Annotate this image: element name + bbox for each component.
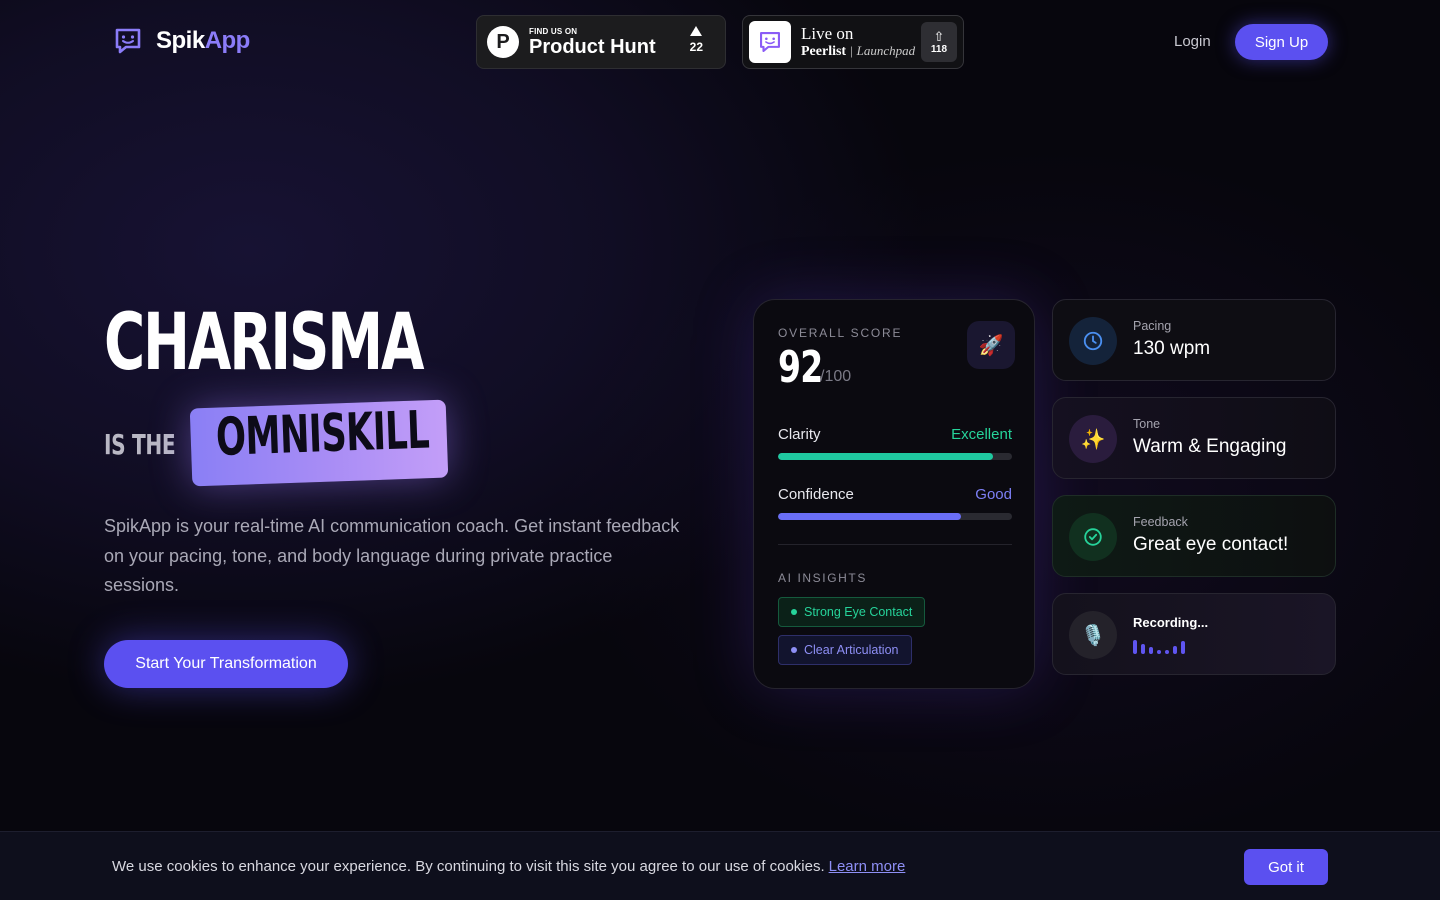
score-card: OVERALL SCORE 92 /100 🚀 Clarity Excellen… <box>753 299 1035 689</box>
peerlist-launchpad: Launchpad <box>856 42 916 58</box>
product-hunt-small-text: FIND US ON <box>529 26 578 36</box>
hero-title: CHARISMA <box>104 298 425 388</box>
ai-insights-label: AI INSIGHTS <box>778 571 867 585</box>
upvote-arrow-icon: ⇧ <box>933 28 945 44</box>
progress-track <box>778 453 1012 460</box>
metric-clarity: Clarity Excellent <box>778 426 1012 460</box>
metric-rating: Excellent <box>951 426 1012 443</box>
recording-label: Recording... <box>1133 615 1209 630</box>
insight-tag: Clear Articulation <box>778 635 912 665</box>
progress-fill <box>778 453 994 460</box>
product-hunt-badge[interactable]: P FIND US ON Product Hunt 22 <box>476 15 726 69</box>
hero-description: SpikApp is your real-time AI communicati… <box>104 516 680 595</box>
cookie-accept-button[interactable]: Got it <box>1244 849 1328 885</box>
microphone-icon: 🎙️ <box>1069 611 1117 659</box>
cookie-text: We use cookies to enhance your experienc… <box>112 858 906 875</box>
divider <box>778 544 1012 545</box>
upvote-icon <box>690 26 703 36</box>
progress-fill <box>778 513 961 520</box>
login-link[interactable]: Login <box>1174 33 1211 50</box>
metric-confidence: Confidence Good <box>778 486 1012 520</box>
pacing-label: Pacing <box>1133 319 1172 333</box>
peerlist-name: Peerlist <box>801 43 847 59</box>
overall-score-label: OVERALL SCORE <box>778 326 903 340</box>
peerlist-badge[interactable]: Live on Peerlist | Launchpad ⇧ 118 <box>742 15 964 69</box>
tag-dot-icon <box>791 609 797 615</box>
product-hunt-votes: 22 <box>689 40 703 54</box>
recording-card: 🎙️ Recording... <box>1052 593 1336 675</box>
tone-label: Tone <box>1133 417 1161 431</box>
insight-tag-label: Strong Eye Contact <box>804 605 913 619</box>
rocket-icon: 🚀 <box>967 321 1015 369</box>
product-hunt-label: Product Hunt <box>529 35 656 58</box>
metric-rating: Good <box>975 486 1012 503</box>
insight-tag: Strong Eye Contact <box>778 597 926 627</box>
feedback-value: Great eye contact! <box>1133 534 1289 555</box>
feedback-label: Feedback <box>1133 515 1188 529</box>
metric-name: Confidence <box>778 486 854 503</box>
peerlist-live-text: Live on <box>801 23 854 43</box>
tone-card: ✨ Tone Warm & Engaging <box>1052 397 1336 479</box>
clock-icon <box>1069 317 1117 365</box>
audio-wave <box>1133 638 1185 654</box>
cookie-banner: We use cookies to enhance your experienc… <box>0 831 1440 900</box>
insight-tag-label: Clear Articulation <box>804 643 899 657</box>
overall-score-value: 92 <box>778 342 823 393</box>
chat-bubble-icon <box>115 28 141 54</box>
metric-name: Clarity <box>778 426 821 443</box>
tag-dot-icon <box>791 647 797 653</box>
highlight-text: OMNISKILL <box>215 400 430 468</box>
tone-value: Warm & Engaging <box>1133 436 1287 457</box>
feedback-card: Feedback Great eye contact! <box>1052 495 1336 577</box>
peerlist-votes: 118 <box>930 43 948 55</box>
header: SpikApp P FIND US ON Product Hunt 22 Liv… <box>0 0 1440 84</box>
logo-text: SpikApp <box>156 27 250 54</box>
product-hunt-icon: P <box>487 26 519 58</box>
pacing-card: Pacing 130 wpm <box>1052 299 1336 381</box>
start-transformation-button[interactable]: Start Your Transformation <box>104 640 348 688</box>
hero-subtitle: IS THE <box>104 428 176 461</box>
signup-button[interactable]: Sign Up <box>1235 24 1328 60</box>
learn-more-link[interactable]: Learn more <box>829 858 906 875</box>
logo[interactable]: SpikApp <box>112 25 250 57</box>
sparkles-icon: ✨ <box>1069 415 1117 463</box>
check-circle-icon <box>1069 513 1117 561</box>
overall-score-max: /100 <box>820 368 852 385</box>
peerlist-icon <box>749 21 791 63</box>
progress-track <box>778 513 1012 520</box>
pacing-value: 130 wpm <box>1133 338 1211 359</box>
